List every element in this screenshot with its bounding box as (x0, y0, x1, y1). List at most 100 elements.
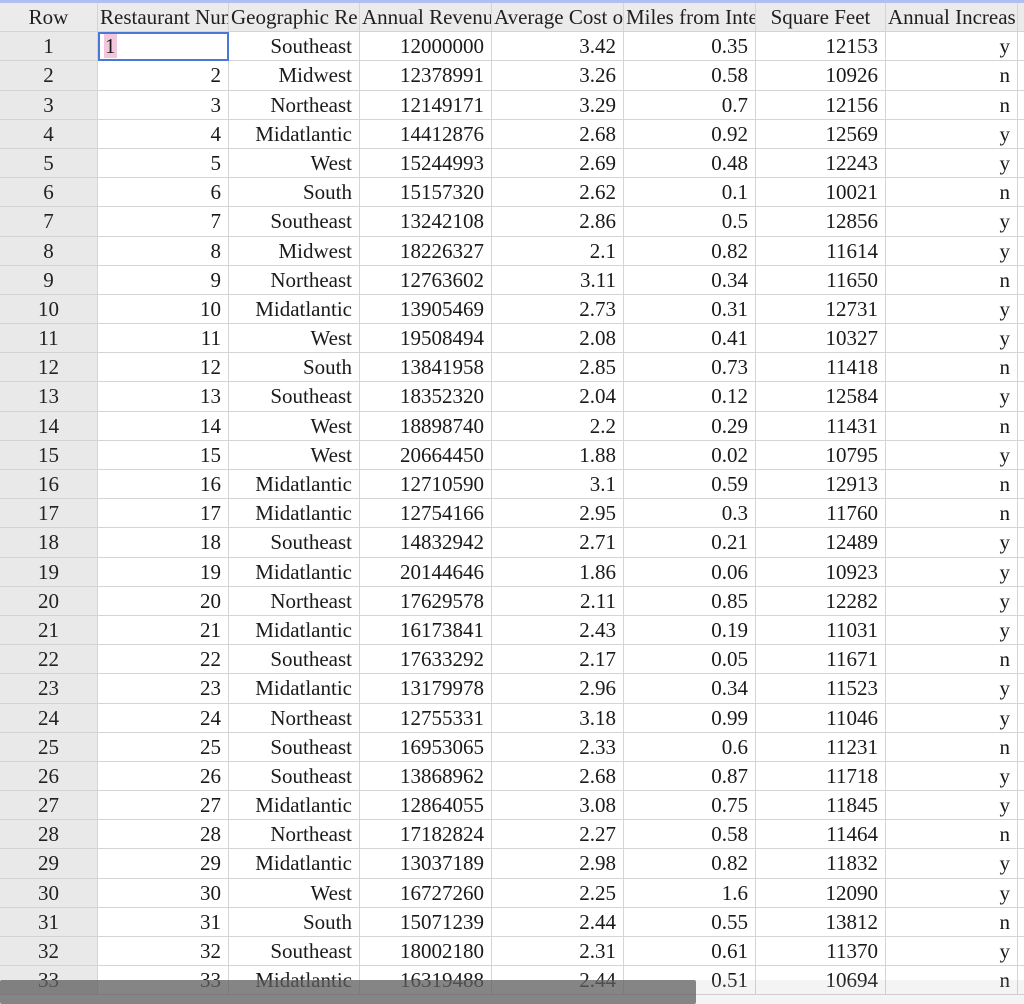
row-number[interactable]: 28 (0, 820, 98, 850)
row-number[interactable]: 19 (0, 557, 98, 587)
table-cell[interactable]: 0.55 (624, 907, 756, 937)
table-cell[interactable]: y (886, 615, 1018, 646)
table-cell[interactable]: 11718 (756, 761, 886, 792)
table-cell[interactable]: y (886, 937, 1018, 967)
table-cell[interactable]: 16727260 (360, 878, 492, 908)
table-cell[interactable]: 15244993 (360, 148, 492, 179)
table-cell[interactable]: 21 (98, 615, 229, 646)
row-number[interactable]: 20 (0, 586, 98, 616)
table-cell[interactable]: West (229, 324, 360, 354)
table-cell[interactable]: 11845 (756, 791, 886, 821)
horizontal-scrollbar-thumb[interactable] (0, 980, 696, 1004)
table-cell[interactable]: 10923 (756, 557, 886, 587)
table-cell[interactable]: 30 (98, 878, 229, 908)
table-cell[interactable]: Southeast (229, 32, 360, 62)
table-cell[interactable]: 0.73 (624, 353, 756, 383)
table-cell[interactable]: 0.75 (624, 791, 756, 821)
column-header[interactable]: Miles from Inte (624, 3, 756, 33)
table-cell[interactable]: 32 (98, 937, 229, 967)
table-cell[interactable]: 0.85 (624, 586, 756, 616)
table-cell[interactable]: 0.92 (624, 119, 756, 149)
table-cell[interactable]: Midwest (229, 236, 360, 266)
table-cell[interactable]: 0.06 (624, 557, 756, 587)
table-cell[interactable]: n (886, 61, 1018, 91)
table-cell[interactable]: 3 (98, 90, 229, 120)
table-cell[interactable]: y (886, 791, 1018, 821)
table-cell[interactable]: 20664450 (360, 440, 492, 470)
row-number[interactable]: 2 (0, 61, 98, 91)
table-cell[interactable]: 12584 (756, 382, 886, 412)
table-cell[interactable]: 10327 (756, 324, 886, 354)
table-cell[interactable]: 12156 (756, 90, 886, 120)
selected-cell[interactable]: 1 (98, 32, 229, 62)
table-cell[interactable]: 13905469 (360, 294, 492, 325)
table-cell[interactable]: Midatlantic (229, 849, 360, 879)
table-cell[interactable]: 2.31 (492, 937, 624, 967)
table-cell[interactable]: 10021 (756, 178, 886, 208)
table-cell[interactable]: 18226327 (360, 236, 492, 266)
table-cell[interactable]: 6 (98, 178, 229, 208)
table-cell[interactable]: Southeast (229, 645, 360, 675)
table-cell[interactable]: Midatlantic (229, 674, 360, 704)
table-cell[interactable]: South (229, 907, 360, 937)
table-cell[interactable]: West (229, 411, 360, 441)
table-cell[interactable]: 0.61 (624, 937, 756, 967)
table-cell[interactable]: 3.11 (492, 265, 624, 295)
table-cell[interactable]: 2.68 (492, 761, 624, 792)
row-number[interactable]: 15 (0, 440, 98, 470)
table-cell[interactable]: n (886, 353, 1018, 383)
table-cell[interactable]: South (229, 353, 360, 383)
table-cell[interactable]: Northeast (229, 703, 360, 733)
row-number[interactable]: 32 (0, 937, 98, 967)
row-number[interactable]: 21 (0, 615, 98, 646)
table-cell[interactable]: 0.82 (624, 849, 756, 879)
table-cell[interactable]: 11418 (756, 353, 886, 383)
table-cell[interactable]: y (886, 674, 1018, 704)
table-cell[interactable]: Northeast (229, 586, 360, 616)
row-number[interactable]: 18 (0, 528, 98, 558)
table-cell[interactable]: y (886, 761, 1018, 792)
row-number[interactable]: 14 (0, 411, 98, 441)
table-cell[interactable]: 0.35 (624, 32, 756, 62)
table-cell[interactable]: 23 (98, 674, 229, 704)
table-cell[interactable]: n (886, 90, 1018, 120)
row-number[interactable]: 1 (0, 32, 98, 62)
table-cell[interactable]: Midatlantic (229, 499, 360, 529)
table-cell[interactable]: 13037189 (360, 849, 492, 879)
table-cell[interactable]: 16173841 (360, 615, 492, 646)
table-cell[interactable]: 12763602 (360, 265, 492, 295)
table-cell[interactable]: Midatlantic (229, 615, 360, 646)
table-cell[interactable]: Southeast (229, 732, 360, 762)
table-cell[interactable]: 0.87 (624, 761, 756, 792)
table-cell[interactable]: 29 (98, 849, 229, 879)
table-cell[interactable]: n (886, 907, 1018, 937)
table-cell[interactable]: 13841958 (360, 353, 492, 383)
table-cell[interactable]: 24 (98, 703, 229, 733)
table-cell[interactable]: 2 (98, 61, 229, 91)
row-number[interactable]: 24 (0, 703, 98, 733)
table-cell[interactable]: 15157320 (360, 178, 492, 208)
table-cell[interactable]: Northeast (229, 820, 360, 850)
table-cell[interactable]: y (886, 236, 1018, 266)
table-cell[interactable]: 0.12 (624, 382, 756, 412)
table-cell[interactable]: 2.04 (492, 382, 624, 412)
table-cell[interactable]: 27 (98, 791, 229, 821)
table-cell[interactable]: y (886, 294, 1018, 325)
row-header-label[interactable]: Row (0, 3, 98, 33)
table-cell[interactable]: 17 (98, 499, 229, 529)
table-cell[interactable]: 0.7 (624, 90, 756, 120)
table-cell[interactable]: 12000000 (360, 32, 492, 62)
table-cell[interactable]: Southeast (229, 761, 360, 792)
table-cell[interactable]: y (886, 382, 1018, 412)
row-number[interactable]: 12 (0, 353, 98, 383)
table-cell[interactable]: 17633292 (360, 645, 492, 675)
table-cell[interactable]: 0.02 (624, 440, 756, 470)
table-cell[interactable]: 13242108 (360, 207, 492, 237)
table-cell[interactable]: 2.33 (492, 732, 624, 762)
table-cell[interactable]: n (886, 499, 1018, 529)
table-cell[interactable]: Midatlantic (229, 470, 360, 500)
table-cell[interactable]: 2.71 (492, 528, 624, 558)
table-cell[interactable]: 11431 (756, 411, 886, 441)
table-cell[interactable]: y (886, 849, 1018, 879)
row-number[interactable]: 5 (0, 148, 98, 179)
